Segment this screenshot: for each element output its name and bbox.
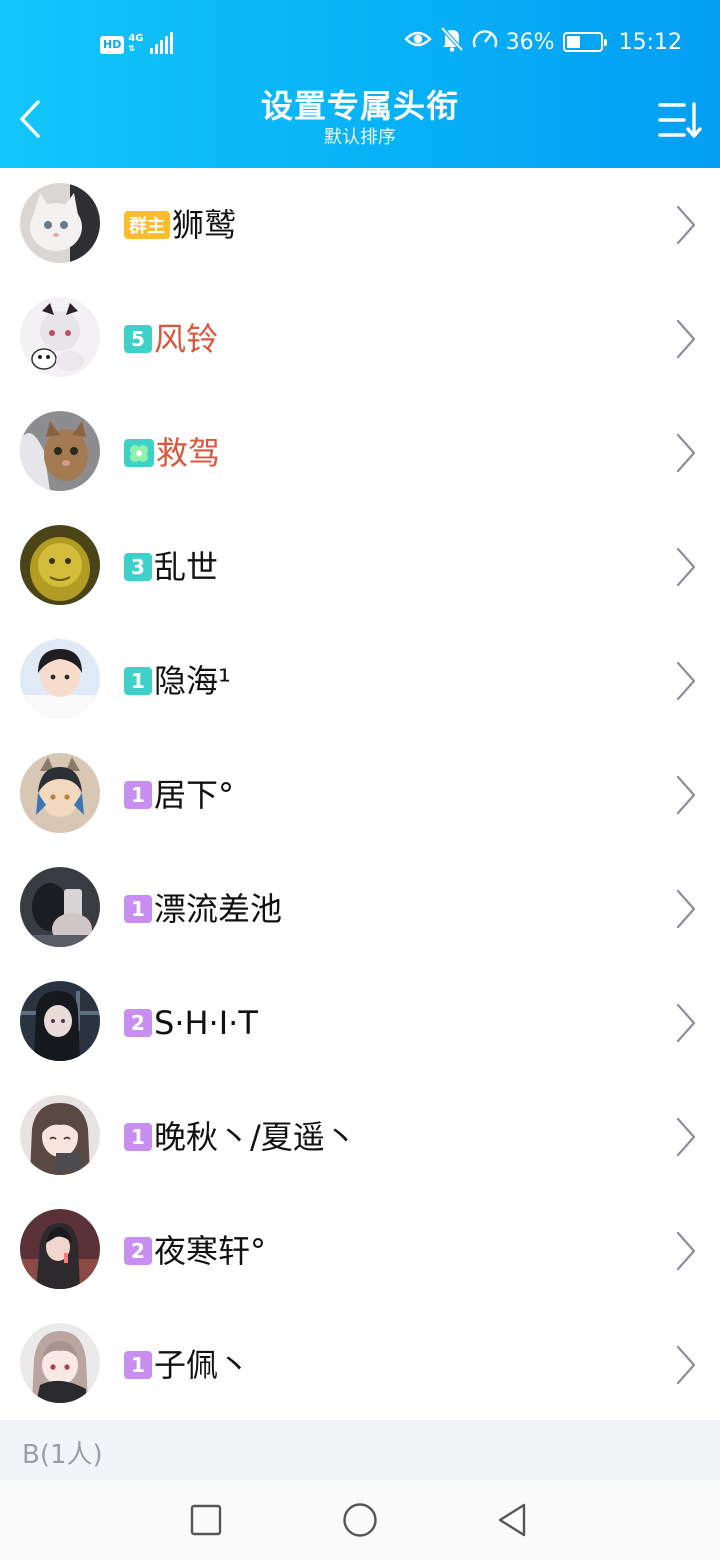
member-name: 风铃: [154, 320, 219, 358]
member-title: 1 晚秋丶/夏遥丶: [124, 1080, 357, 1194]
member-row[interactable]: 3 乱世: [0, 510, 720, 624]
chevron-right-icon: [676, 1231, 696, 1271]
triangle-back-icon: [498, 1503, 526, 1537]
level-badge: 1: [124, 895, 152, 923]
member-title: 救驾: [124, 396, 220, 510]
avatar: [20, 1323, 100, 1403]
level-badge: 1: [124, 781, 152, 809]
title-block: 设置专属头衔 默认排序: [160, 86, 560, 150]
chevron-right-icon: [676, 433, 696, 473]
clover-icon: [130, 445, 148, 462]
owner-badge: 群主: [124, 211, 170, 239]
battery-fill: [566, 36, 580, 48]
chevron-right-icon: [676, 547, 696, 587]
bell-muted-icon: [440, 26, 464, 58]
member-row[interactable]: 2 夜寒轩°: [0, 1194, 720, 1308]
member-row[interactable]: 救驾: [0, 396, 720, 510]
member-title: 2 S·H·I·T: [124, 966, 258, 1080]
group-section-header: B(1人): [0, 1420, 720, 1480]
member-title: 2 夜寒轩°: [124, 1194, 266, 1308]
level-badge: 1: [124, 1123, 152, 1151]
recents-button[interactable]: [184, 1498, 228, 1542]
home-button[interactable]: [338, 1498, 382, 1542]
level-badge: 5: [124, 325, 152, 353]
member-title: 1 漂流差池: [124, 852, 282, 966]
member-row[interactable]: 群主 狮鹫: [0, 168, 720, 282]
member-title: 3 乱世: [124, 510, 218, 624]
member-name: 隐海¹: [154, 662, 231, 700]
member-name: S·H·I·T: [154, 1004, 258, 1042]
member-row[interactable]: 2 S·H·I·T: [0, 966, 720, 1080]
avatar: [20, 297, 100, 377]
level-badge: 1: [124, 667, 152, 695]
chevron-left-icon: [20, 100, 40, 138]
avatar: [20, 981, 100, 1061]
level-badge: 2: [124, 1237, 152, 1265]
member-title: 5 风铃: [124, 282, 218, 396]
sort-icon: [658, 102, 702, 138]
page-title: 设置专属头衔: [260, 87, 459, 125]
member-title: 1 子佩丶: [124, 1308, 250, 1422]
member-name: 居下°: [154, 776, 235, 814]
eye-icon: [403, 29, 432, 55]
system-nav-bar: [0, 1480, 720, 1560]
header-bar: HD 4G ⇅ 36% 15:12 设置专属头衔 默认排序: [0, 0, 720, 168]
circle-icon: [343, 1503, 377, 1537]
member-name: 子佩丶: [154, 1346, 251, 1384]
avatar: [20, 639, 100, 719]
level-badge: [124, 439, 154, 467]
section-label: B(1人): [22, 1440, 103, 1470]
member-title: 群主 狮鹫: [124, 168, 236, 282]
level-badge: 2: [124, 1009, 152, 1037]
member-list: 群主 狮鹫 5 风铃 救驾 3 乱世 1 隐海¹ 1 居下° 1 漂流差池 2 …: [0, 168, 720, 1422]
avatar: [20, 753, 100, 833]
member-name: 狮鹫: [172, 206, 237, 244]
member-name: 乱世: [154, 548, 219, 586]
back-button[interactable]: [10, 94, 50, 144]
avatar: [20, 183, 100, 263]
battery-icon: [562, 32, 607, 52]
member-row[interactable]: 1 漂流差池: [0, 852, 720, 966]
status-bar: HD 4G ⇅ 36% 15:12: [0, 0, 720, 84]
chevron-right-icon: [676, 775, 696, 815]
sort-button[interactable]: [656, 98, 706, 142]
square-icon: [190, 1504, 222, 1536]
member-title: 1 隐海¹: [124, 624, 231, 738]
back-nav-button[interactable]: [490, 1498, 534, 1542]
member-name: 救驾: [156, 434, 221, 472]
member-name: 晚秋丶/夏遥丶: [154, 1118, 357, 1156]
clock: 15:12: [618, 29, 682, 55]
member-title: 1 居下°: [124, 738, 234, 852]
system-indicators: 36% 15:12: [403, 26, 682, 58]
member-row[interactable]: 1 晚秋丶/夏遥丶: [0, 1080, 720, 1194]
member-row[interactable]: 1 居下°: [0, 738, 720, 852]
signal-bars-icon: [149, 32, 173, 54]
network-indicators: HD 4G ⇅: [100, 28, 173, 54]
member-row[interactable]: 5 风铃: [0, 282, 720, 396]
member-name: 夜寒轩°: [154, 1232, 267, 1270]
chevron-right-icon: [676, 1003, 696, 1043]
chevron-right-icon: [676, 889, 696, 929]
level-badge: 3: [124, 553, 152, 581]
chevron-right-icon: [676, 205, 696, 245]
sort-mode-label: 默认排序: [324, 127, 396, 148]
network-type: 4G ⇅: [128, 33, 144, 54]
member-row[interactable]: 1 子佩丶: [0, 1308, 720, 1422]
avatar: [20, 867, 100, 947]
speed-gauge-icon: [472, 27, 498, 57]
avatar: [20, 1095, 100, 1175]
battery-percent: 36%: [505, 29, 555, 55]
chevron-right-icon: [676, 1117, 696, 1157]
avatar: [20, 411, 100, 491]
hd-voice-icon: HD: [100, 36, 125, 54]
chevron-right-icon: [676, 1345, 696, 1385]
avatar: [20, 525, 100, 605]
level-badge: 1: [124, 1351, 152, 1379]
chevron-right-icon: [676, 661, 696, 701]
member-row[interactable]: 1 隐海¹: [0, 624, 720, 738]
member-name: 漂流差池: [154, 890, 283, 928]
chevron-right-icon: [676, 319, 696, 359]
avatar: [20, 1209, 100, 1289]
